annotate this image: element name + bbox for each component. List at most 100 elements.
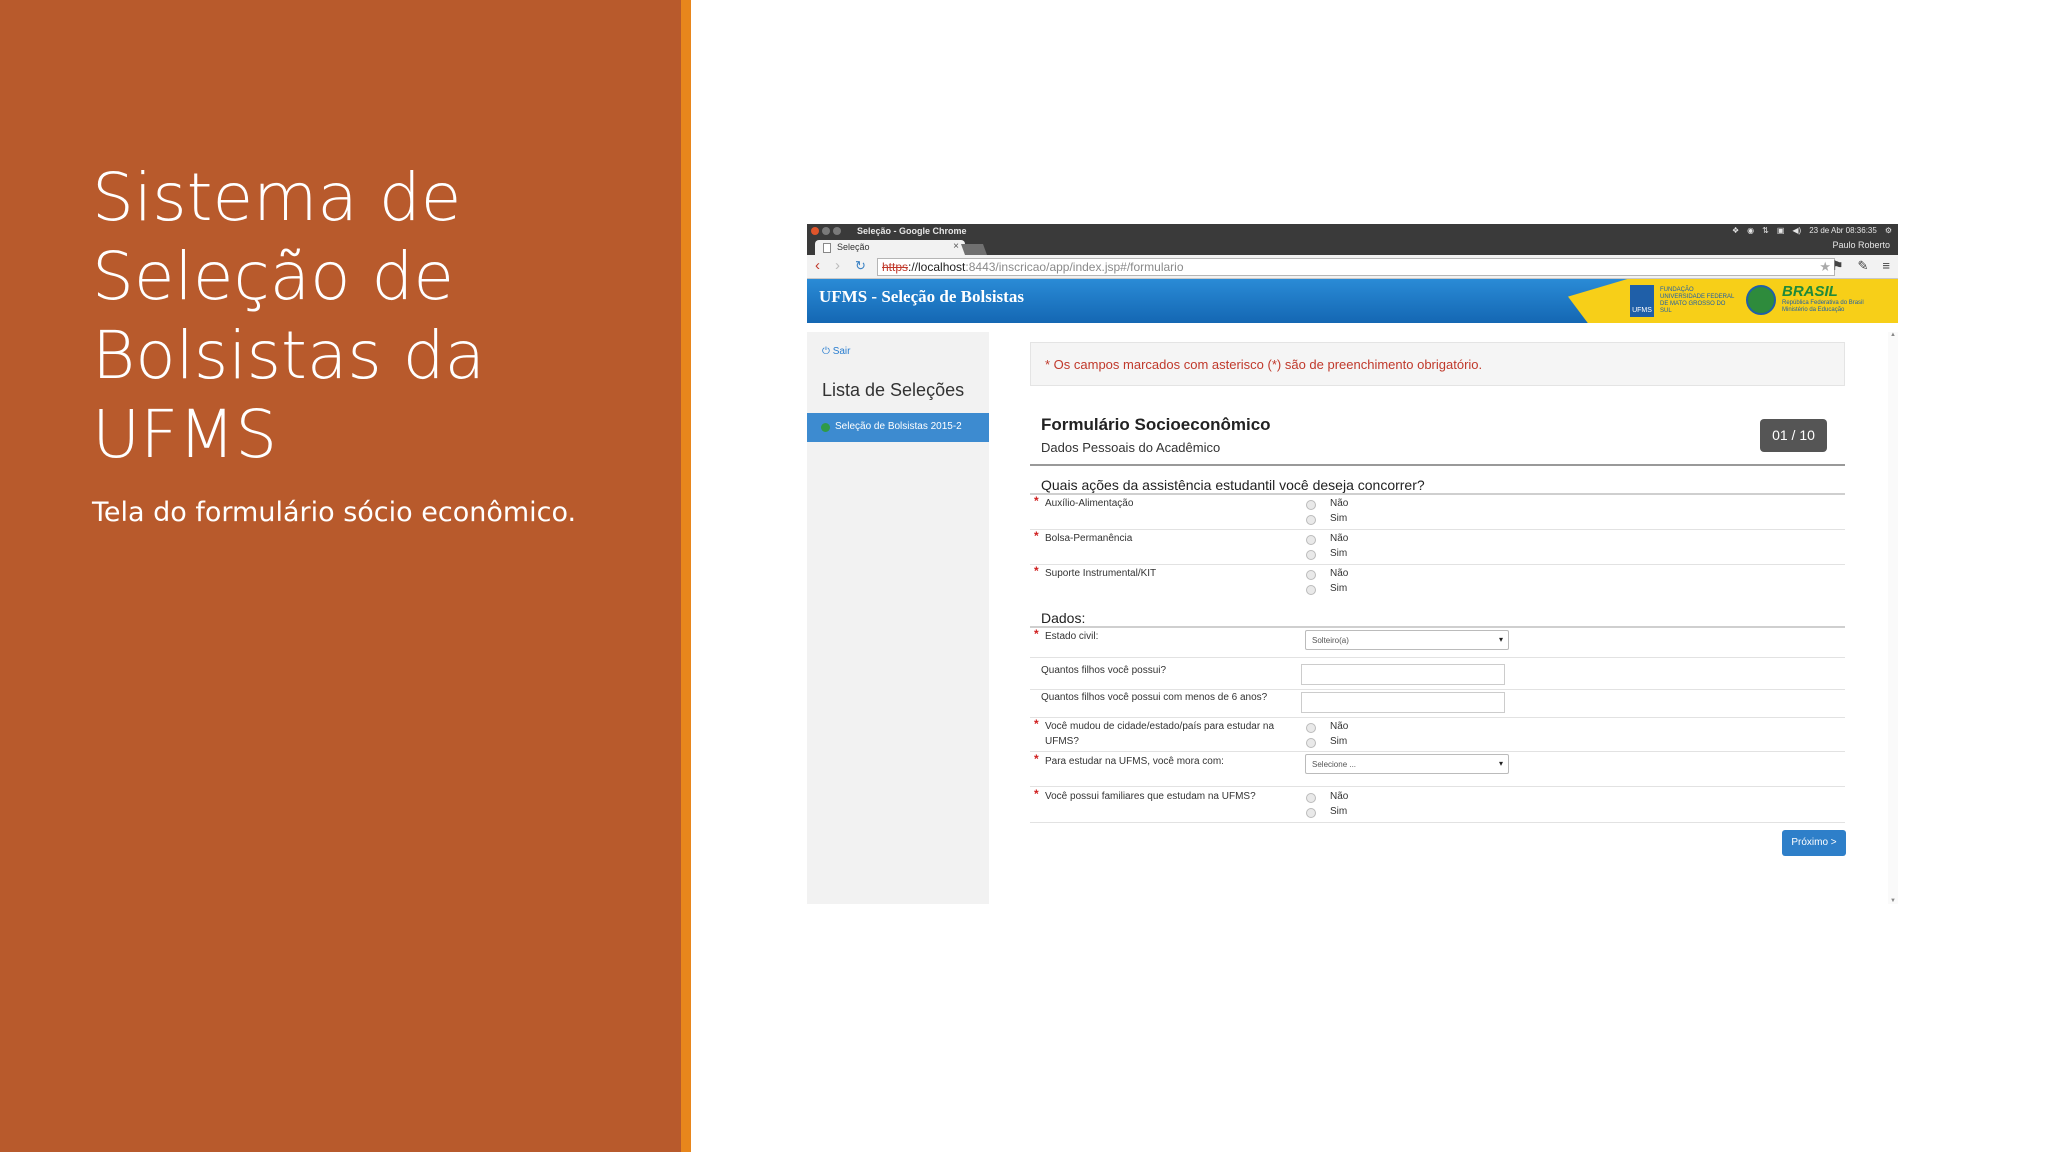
- bookmark-star-icon[interactable]: ★: [1819, 259, 1831, 275]
- sidebar-item-selecao-2015-2[interactable]: Seleção de Bolsistas 2015-2: [807, 413, 989, 442]
- row-divider: [1030, 657, 1845, 658]
- radio-label-sim: Sim: [1330, 548, 1348, 559]
- radio-label-nao: Não: [1330, 533, 1349, 544]
- estado-civil-select[interactable]: Solteiro(a) ▾: [1305, 630, 1509, 650]
- settings-gear-icon[interactable]: ⚙: [1885, 226, 1892, 235]
- divider: [1030, 626, 1845, 628]
- mudou-cidade-nao-radio[interactable]: [1306, 723, 1316, 733]
- app-header: UFMS - Seleção de Bolsistas UFMS FUNDAÇÃ…: [807, 279, 1898, 323]
- familiares-label: Você possui familiares que estudam na UF…: [1045, 791, 1256, 802]
- suporte-instrumental-sim-radio[interactable]: [1306, 585, 1316, 595]
- radio-label-nao: Não: [1330, 568, 1349, 579]
- back-arrow-icon[interactable]: ‹: [815, 258, 820, 274]
- brazil-seal-icon: [1746, 285, 1776, 315]
- sidebar-item-label: Seleção de Bolsistas 2015-2: [835, 421, 962, 432]
- form-title: Formulário Socioeconômico: [1041, 415, 1271, 434]
- new-tab-button[interactable]: [960, 244, 988, 255]
- gov-logos: UFMS FUNDAÇÃO UNIVERSIDADE FEDERAL DE MA…: [1568, 279, 1898, 323]
- auxilio-alimentacao-sim-radio[interactable]: [1306, 515, 1316, 525]
- next-button[interactable]: Próximo >: [1782, 830, 1846, 856]
- row-divider: [1030, 751, 1845, 752]
- tools-icon[interactable]: ✎: [1858, 258, 1869, 274]
- row-divider: [1030, 529, 1845, 530]
- bolsa-permanencia-sim-radio[interactable]: [1306, 550, 1316, 560]
- browser-tab[interactable]: Seleção ×: [815, 240, 965, 255]
- tab-strip: Seleção × Paulo Roberto: [807, 238, 1898, 255]
- section-assistencia-heading: Quais ações da assistência estudantil vo…: [1041, 477, 1425, 493]
- suporte-instrumental-nao-radio[interactable]: [1306, 570, 1316, 580]
- radio-label-sim: Sim: [1330, 583, 1348, 594]
- bolsa-permanencia-label: Bolsa-Permanência: [1045, 533, 1133, 544]
- forward-arrow-icon[interactable]: ›: [835, 258, 840, 274]
- form-subtitle: Dados Pessoais do Acadêmico: [1041, 440, 1221, 455]
- extension-icon[interactable]: ⚑: [1832, 258, 1844, 274]
- window-title: Seleção - Google Chrome: [857, 226, 967, 236]
- row-divider: [1030, 822, 1845, 823]
- chevron-down-icon: ▾: [1498, 759, 1503, 768]
- required-asterisk: *: [1034, 564, 1039, 578]
- url-scheme: https: [882, 260, 909, 274]
- menu-icon[interactable]: ≡: [1882, 258, 1890, 274]
- radio-label-nao: Não: [1330, 721, 1349, 732]
- window-controls: [811, 227, 841, 235]
- tab-title: Seleção: [837, 242, 870, 252]
- bolsa-permanencia-nao-radio[interactable]: [1306, 535, 1316, 545]
- scrollbar[interactable]: ▲ ▼: [1888, 332, 1898, 904]
- estado-civil-value: Solteiro(a): [1312, 636, 1349, 645]
- keyboard-icon[interactable]: ▣: [1777, 226, 1785, 235]
- page-icon: [823, 243, 831, 253]
- tab-close-icon[interactable]: ×: [953, 241, 959, 252]
- familiares-sim-radio[interactable]: [1306, 808, 1316, 818]
- reload-icon[interactable]: ↻: [855, 258, 866, 274]
- slide-subtitle: Tela do formulário sócio econômico.: [92, 497, 577, 528]
- radio-label-sim: Sim: [1330, 513, 1348, 524]
- fundacao-text: FUNDAÇÃO UNIVERSIDADE FEDERAL DE MATO GR…: [1660, 287, 1735, 314]
- auxilio-alimentacao-nao-radio[interactable]: [1306, 500, 1316, 510]
- logout-label: Sair: [832, 346, 851, 357]
- window-close-button[interactable]: [811, 227, 819, 235]
- logout-link[interactable]: ⏻ Sair: [822, 346, 851, 357]
- required-asterisk: *: [1034, 717, 1039, 731]
- sidebar: ⏻ Sair Lista de Seleções Seleção de Bols…: [807, 332, 989, 904]
- navigation-bar: ‹ › ↻ https://localhost:8443/inscricao/a…: [807, 255, 1898, 279]
- divider: [1030, 464, 1845, 466]
- radio-label-sim: Sim: [1330, 806, 1348, 817]
- brasil-logo: BRASIL: [1782, 283, 1838, 300]
- clock[interactable]: 23 de Abr 08:36:35: [1809, 226, 1877, 235]
- volume-icon[interactable]: ◀): [1792, 226, 1801, 235]
- scroll-down-icon[interactable]: ▼: [1890, 898, 1896, 904]
- network-icon[interactable]: ⇅: [1762, 226, 1769, 235]
- required-asterisk: *: [1034, 494, 1039, 508]
- mora-com-value: Selecione ...: [1312, 760, 1357, 769]
- step-counter: 01 / 10: [1760, 419, 1827, 452]
- required-asterisk: *: [1034, 529, 1039, 543]
- dropbox-icon[interactable]: ❖: [1732, 226, 1739, 235]
- mora-com-select[interactable]: Selecione ... ▾: [1305, 754, 1509, 774]
- slide-accent-bar: [681, 0, 691, 1152]
- divider: [1030, 493, 1845, 495]
- filhos-input[interactable]: [1301, 664, 1505, 685]
- window-titlebar: Seleção - Google Chrome ❖ ◉ ⇅ ▣ ◀) 23 de…: [807, 224, 1898, 238]
- estado-civil-label: Estado civil:: [1045, 631, 1099, 642]
- row-divider: [1030, 717, 1845, 718]
- filhos-menores-6-input[interactable]: [1301, 692, 1505, 713]
- mudou-cidade-sim-radio[interactable]: [1306, 738, 1316, 748]
- window-maximize-button[interactable]: [833, 227, 841, 235]
- user-name: Paulo Roberto: [1832, 240, 1890, 250]
- chrome-icon[interactable]: ◉: [1747, 226, 1754, 235]
- mudou-cidade-label: Você mudou de cidade/estado/país para es…: [1045, 721, 1275, 747]
- required-asterisk: *: [1034, 752, 1039, 766]
- filhos-label: Quantos filhos você possui?: [1041, 665, 1167, 676]
- section-dados-heading: Dados:: [1041, 610, 1086, 626]
- radio-label-nao: Não: [1330, 791, 1349, 802]
- window-minimize-button[interactable]: [822, 227, 830, 235]
- system-tray: ❖ ◉ ⇅ ▣ ◀) 23 de Abr 08:36:35 ⚙: [1732, 226, 1892, 235]
- app-title[interactable]: UFMS - Seleção de Bolsistas: [819, 287, 1024, 307]
- familiares-nao-radio[interactable]: [1306, 793, 1316, 803]
- filhos-menores-6-label: Quantos filhos você possui com menos de …: [1041, 692, 1268, 703]
- scroll-up-icon[interactable]: ▲: [1890, 332, 1896, 338]
- power-icon: ⏻: [822, 346, 830, 357]
- address-bar[interactable]: https://localhost:8443/inscricao/app/ind…: [877, 258, 1835, 276]
- slide-title: Sistema de Seleção de Bolsistas da UFMS: [92, 159, 486, 473]
- suporte-instrumental-label: Suporte Instrumental/KIT: [1045, 568, 1157, 579]
